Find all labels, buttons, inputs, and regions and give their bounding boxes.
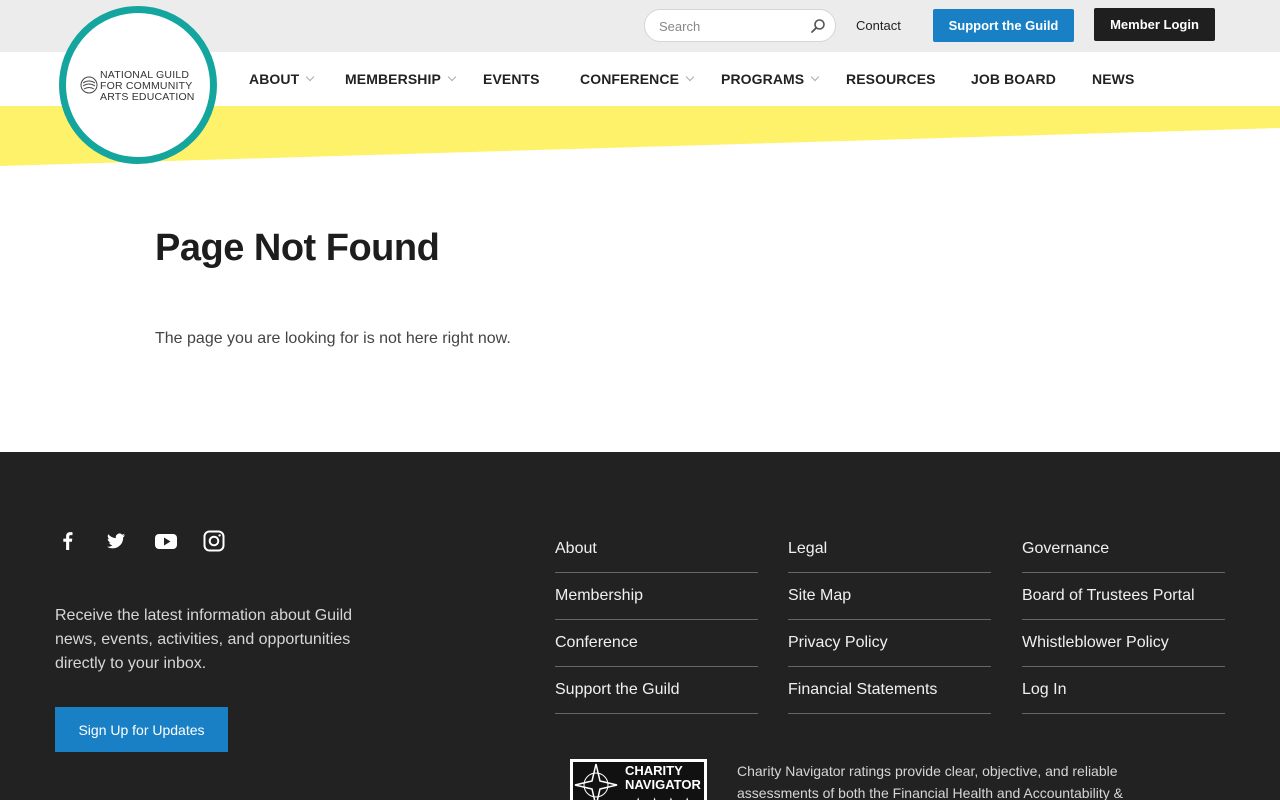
nav-item-conference[interactable]: CONFERENCE <box>580 71 695 87</box>
contact-link[interactable]: Contact <box>856 18 901 33</box>
nav-item-job-board[interactable]: JOB BOARD <box>971 71 1056 87</box>
youtube-icon[interactable] <box>153 528 179 554</box>
footer-link-legal[interactable]: Legal <box>788 526 991 573</box>
nav-label: MEMBERSHIP <box>345 71 441 87</box>
footer-link-governance[interactable]: Governance <box>1022 526 1225 573</box>
footer-link-site-map[interactable]: Site Map <box>788 573 991 620</box>
footer-link-membership[interactable]: Membership <box>555 573 758 620</box>
support-guild-button[interactable]: Support the Guild <box>933 9 1074 42</box>
nav-label: ABOUT <box>249 71 300 87</box>
sign-up-updates-button[interactable]: Sign Up for Updates <box>55 707 228 752</box>
nav-label: PROGRAMS <box>721 71 805 87</box>
badge-line: CHARITY <box>625 763 683 778</box>
site-logo[interactable]: NATIONAL GUILD FOR COMMUNITY ARTS EDUCAT… <box>59 6 217 164</box>
chevron-down-icon <box>685 72 695 82</box>
nav-label: NEWS <box>1092 71 1135 87</box>
nav-item-membership[interactable]: MEMBERSHIP <box>345 71 457 87</box>
footer-column-3: Governance Board of Trustees Portal Whis… <box>1022 526 1225 714</box>
instagram-icon[interactable] <box>201 528 227 554</box>
footer-link-financials[interactable]: Financial Statements <box>788 667 991 714</box>
footer-column-1: About Membership Conference Support the … <box>555 526 758 714</box>
nav-item-news[interactable]: NEWS <box>1092 71 1134 87</box>
charity-navigator-badge[interactable]: CHARITY NAVIGATOR ★★★★ <box>570 759 707 800</box>
footer-link-support[interactable]: Support the Guild <box>555 667 758 714</box>
badge-inner: CHARITY NAVIGATOR ★★★★ <box>573 762 704 800</box>
nav-item-about[interactable]: ABOUT <box>249 71 315 87</box>
footer-link-log-in[interactable]: Log In <box>1022 667 1225 714</box>
page-title: Page Not Found <box>155 227 440 269</box>
facebook-icon[interactable] <box>55 528 81 554</box>
member-login-button[interactable]: Member Login <box>1094 8 1215 41</box>
footer-column-2: Legal Site Map Privacy Policy Financial … <box>788 526 991 714</box>
search-box[interactable] <box>644 9 836 42</box>
rating-stars-icon: ★★★★ <box>631 794 696 800</box>
site-footer: Receive the latest information about Gui… <box>0 452 1280 800</box>
not-found-message: The page you are looking for is not here… <box>155 330 511 347</box>
nav-item-events[interactable]: EVENTS <box>483 71 540 87</box>
logo-line: ARTS EDUCATION <box>100 91 195 103</box>
badge-label: CHARITY NAVIGATOR <box>625 764 701 792</box>
compass-star-icon <box>574 763 618 800</box>
footer-link-conference[interactable]: Conference <box>555 620 758 667</box>
chevron-down-icon <box>306 72 315 82</box>
nav-item-programs[interactable]: PROGRAMS <box>721 71 820 87</box>
newsletter-blurb: Receive the latest information about Gui… <box>55 607 353 672</box>
badge-line: NAVIGATOR <box>625 777 701 792</box>
logo-wordmark: NATIONAL GUILD FOR COMMUNITY ARTS EDUCAT… <box>100 70 195 103</box>
nav-label: JOB BOARD <box>971 71 1056 87</box>
footer-link-whistleblower[interactable]: Whistleblower Policy <box>1022 620 1225 667</box>
chevron-down-icon <box>447 72 457 82</box>
twitter-icon[interactable] <box>103 528 129 554</box>
search-input[interactable] <box>659 16 799 36</box>
search-icon[interactable] <box>810 18 826 34</box>
charity-navigator-description: Charity Navigator ratings provide clear,… <box>737 763 1123 800</box>
footer-link-about[interactable]: About <box>555 526 758 573</box>
nav-label: RESOURCES <box>846 71 936 87</box>
footer-link-trustees-portal[interactable]: Board of Trustees Portal <box>1022 573 1225 620</box>
nav-item-resources[interactable]: RESOURCES <box>846 71 936 87</box>
footer-link-privacy[interactable]: Privacy Policy <box>788 620 991 667</box>
chevron-down-icon <box>811 72 820 82</box>
nav-label: EVENTS <box>483 71 540 87</box>
guild-emblem-icon <box>80 76 98 94</box>
nav-label: CONFERENCE <box>580 71 680 87</box>
